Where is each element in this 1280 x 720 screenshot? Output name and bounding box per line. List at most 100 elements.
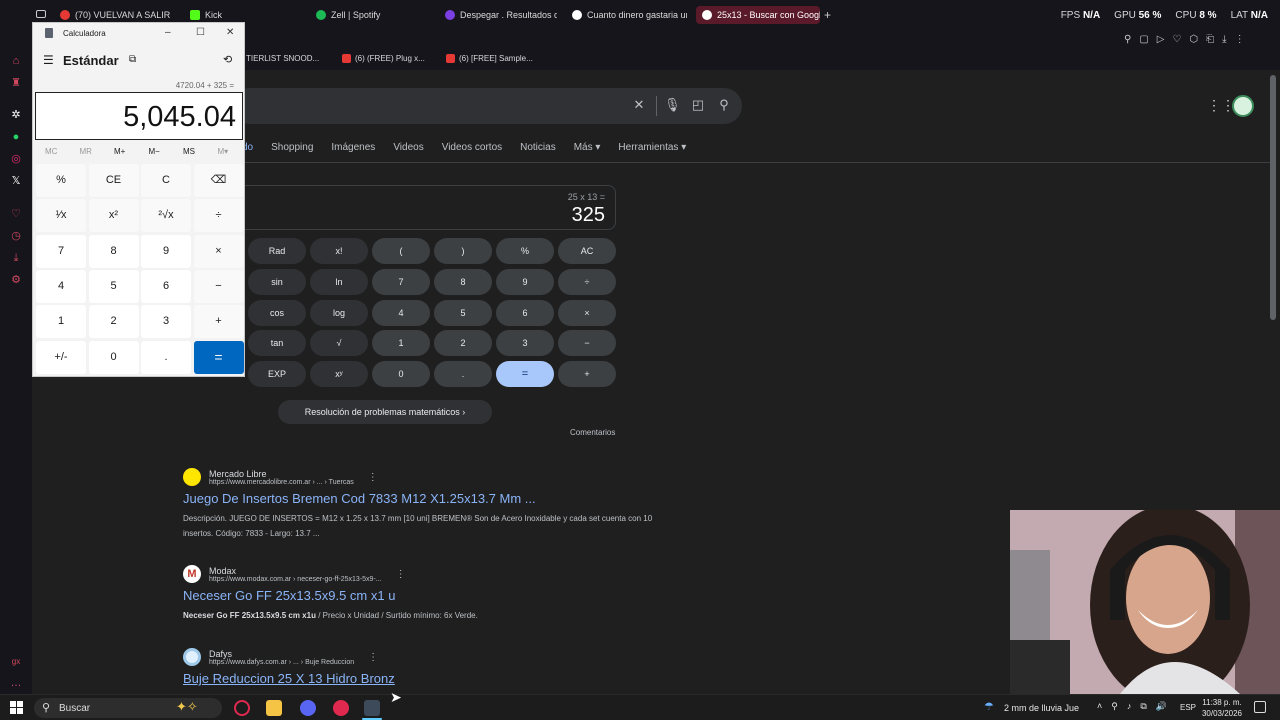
gx-icon[interactable]: gx xyxy=(9,655,23,669)
toolbar-icons[interactable]: ⚲▢▷♡⬡⎗⤓⋮ xyxy=(1124,34,1253,45)
more-icon[interactable]: … xyxy=(9,676,23,690)
google-calc-key[interactable]: 3 xyxy=(496,330,554,357)
google-calc-key[interactable]: √ xyxy=(310,330,368,357)
instagram-icon[interactable]: ◎ xyxy=(9,152,23,166)
more-options-icon[interactable]: ⋮ xyxy=(396,569,406,580)
hamburger-menu-icon[interactable]: ☰ xyxy=(43,53,54,67)
file-explorer-icon[interactable] xyxy=(266,700,282,716)
game-icon[interactable]: ♜ xyxy=(9,76,23,90)
close-icon[interactable]: ✕ xyxy=(226,27,234,38)
calculator-key[interactable]: x² xyxy=(88,199,139,233)
apps-grid-icon[interactable]: ⋮⋮⋮ xyxy=(1207,98,1249,112)
x-icon[interactable]: 𝕏 xyxy=(9,174,23,188)
result-url[interactable]: https://www.dafys.com.ar › ... › Buje Re… xyxy=(209,659,354,666)
google-calc-key[interactable]: ln xyxy=(310,268,368,295)
minimize-icon[interactable]: – xyxy=(165,27,171,38)
more-options-icon[interactable]: ⋮ xyxy=(368,652,378,663)
calculator-key[interactable]: 9 xyxy=(141,234,191,268)
calculator-key[interactable]: 3 xyxy=(141,305,191,339)
google-calc-key[interactable]: 9 xyxy=(496,268,554,295)
calculator-key[interactable]: + xyxy=(193,305,244,339)
calculator-key[interactable]: = xyxy=(193,340,244,374)
google-calc-key[interactable]: ( xyxy=(372,238,430,264)
google-calc-key[interactable]: . xyxy=(434,361,492,388)
google-calc-key[interactable]: 2 xyxy=(434,330,492,357)
tab-videos[interactable]: Videos xyxy=(393,142,423,153)
result-url[interactable]: https://www.mercadolibre.com.ar › ... › … xyxy=(209,479,354,486)
google-calc-key[interactable]: 4 xyxy=(372,299,430,326)
google-calc-key[interactable]: 7 xyxy=(372,268,430,295)
search-input[interactable]: ✕ 🎙 ◰ ⚲ xyxy=(232,88,742,124)
calculator-key[interactable]: 6 xyxy=(141,269,191,303)
weather-icon[interactable]: ☂ xyxy=(984,700,994,713)
calculator-key[interactable]: % xyxy=(36,164,86,197)
clear-icon[interactable]: ✕ xyxy=(632,98,646,112)
google-calc-key[interactable]: 8 xyxy=(434,268,492,295)
memory-button[interactable]: MR xyxy=(80,147,92,156)
clock[interactable]: 11:38 p. m. 30/03/2026 xyxy=(1200,697,1244,719)
windows-start-icon[interactable] xyxy=(10,701,23,714)
whatsapp-icon[interactable]: ● xyxy=(9,130,23,144)
google-calc-key[interactable]: sin xyxy=(248,268,306,295)
calculator-key[interactable]: − xyxy=(193,269,244,303)
result-title[interactable]: Neceser Go FF 25x13.5x9.5 cm x1 u xyxy=(183,588,663,603)
opera-gx-icon[interactable] xyxy=(234,700,250,716)
tab-news[interactable]: Noticias xyxy=(520,142,556,153)
weather-text[interactable]: 2 mm de lluvia Jue xyxy=(1004,703,1079,713)
scrollbar[interactable] xyxy=(1270,75,1276,320)
memory-button[interactable]: M+ xyxy=(114,147,125,156)
notifications-icon[interactable] xyxy=(1254,701,1266,713)
download-icon[interactable]: ⤓ xyxy=(9,251,23,265)
google-calc-key[interactable]: cos xyxy=(248,299,306,326)
tab-google-25x13[interactable]: 25x13 - Buscar con Google xyxy=(696,6,820,24)
tab-short-videos[interactable]: Videos cortos xyxy=(442,142,502,153)
language-indicator[interactable]: ESP xyxy=(1180,703,1196,712)
tab-google-cuanto[interactable]: Cuanto dinero gastaria un xyxy=(572,6,687,24)
calculator-key[interactable]: 4 xyxy=(36,269,86,303)
google-calc-key[interactable]: Rad xyxy=(248,238,306,264)
google-calc-key[interactable]: tan xyxy=(248,330,306,357)
google-calc-key[interactable]: 0 xyxy=(372,361,430,388)
calculator-key[interactable]: C xyxy=(141,164,191,197)
memory-button[interactable]: MC xyxy=(45,147,57,156)
lens-icon[interactable]: ◰ xyxy=(691,98,705,112)
bookmark-item[interactable]: (6) [FREE] Sample... xyxy=(446,54,533,63)
google-calc-key[interactable]: 1 xyxy=(372,330,430,357)
google-calc-key[interactable]: EXP xyxy=(248,361,306,388)
maximize-icon[interactable]: ☐ xyxy=(196,27,205,38)
calculator-key[interactable]: ÷ xyxy=(193,199,244,233)
tab-more[interactable]: Más ▾ xyxy=(574,142,601,153)
memory-button[interactable]: M− xyxy=(149,147,160,156)
history-icon[interactable]: ◷ xyxy=(9,229,23,243)
calculator-key[interactable]: 0 xyxy=(88,340,139,374)
calculator-key[interactable]: ⌫ xyxy=(193,164,244,197)
tab-spotify[interactable]: Zell | Spotify xyxy=(316,6,416,24)
bookmark-item[interactable]: (6) (FREE) Plug x... xyxy=(342,54,425,63)
calculator-key[interactable]: 8 xyxy=(88,234,139,268)
tab-tools[interactable]: Herramientas ▾ xyxy=(618,142,686,153)
calculator-key[interactable]: 2 xyxy=(88,305,139,339)
workspace-icon[interactable] xyxy=(36,10,46,18)
google-calc-key[interactable]: xʸ xyxy=(310,361,368,388)
google-calc-key[interactable]: 6 xyxy=(496,299,554,326)
comments-link[interactable]: Comentarios xyxy=(570,428,615,437)
search-icon[interactable]: ⚲ xyxy=(717,98,731,112)
calculator-key[interactable]: CE xyxy=(88,164,139,197)
google-calc-key[interactable]: log xyxy=(310,299,368,326)
google-calc-key[interactable]: 5 xyxy=(434,299,492,326)
more-options-icon[interactable]: ⋮ xyxy=(368,472,378,483)
math-solver-button[interactable]: Resolución de problemas matemáticos › xyxy=(278,400,492,424)
mic-icon[interactable]: 🎙 xyxy=(664,98,681,112)
calculator-key[interactable]: 7 xyxy=(36,234,86,268)
calculator-key[interactable]: 5 xyxy=(88,269,139,303)
history-icon[interactable]: ⟲ xyxy=(223,53,232,66)
calculator-key[interactable]: × xyxy=(193,234,244,268)
avatar[interactable] xyxy=(1232,95,1254,117)
google-calc-key[interactable]: × xyxy=(558,299,616,326)
google-calc-key[interactable]: − xyxy=(558,330,616,357)
memory-button[interactable]: M▾ xyxy=(218,147,229,156)
tray-icons[interactable]: ˄⚲♪⧉🔊 xyxy=(1097,701,1176,712)
tab-shopping[interactable]: Shopping xyxy=(271,142,313,153)
calculator-key[interactable]: ¹⁄x xyxy=(36,199,86,233)
result-title[interactable]: Buje Reduccion 25 X 13 Hidro Bronz xyxy=(183,671,663,686)
